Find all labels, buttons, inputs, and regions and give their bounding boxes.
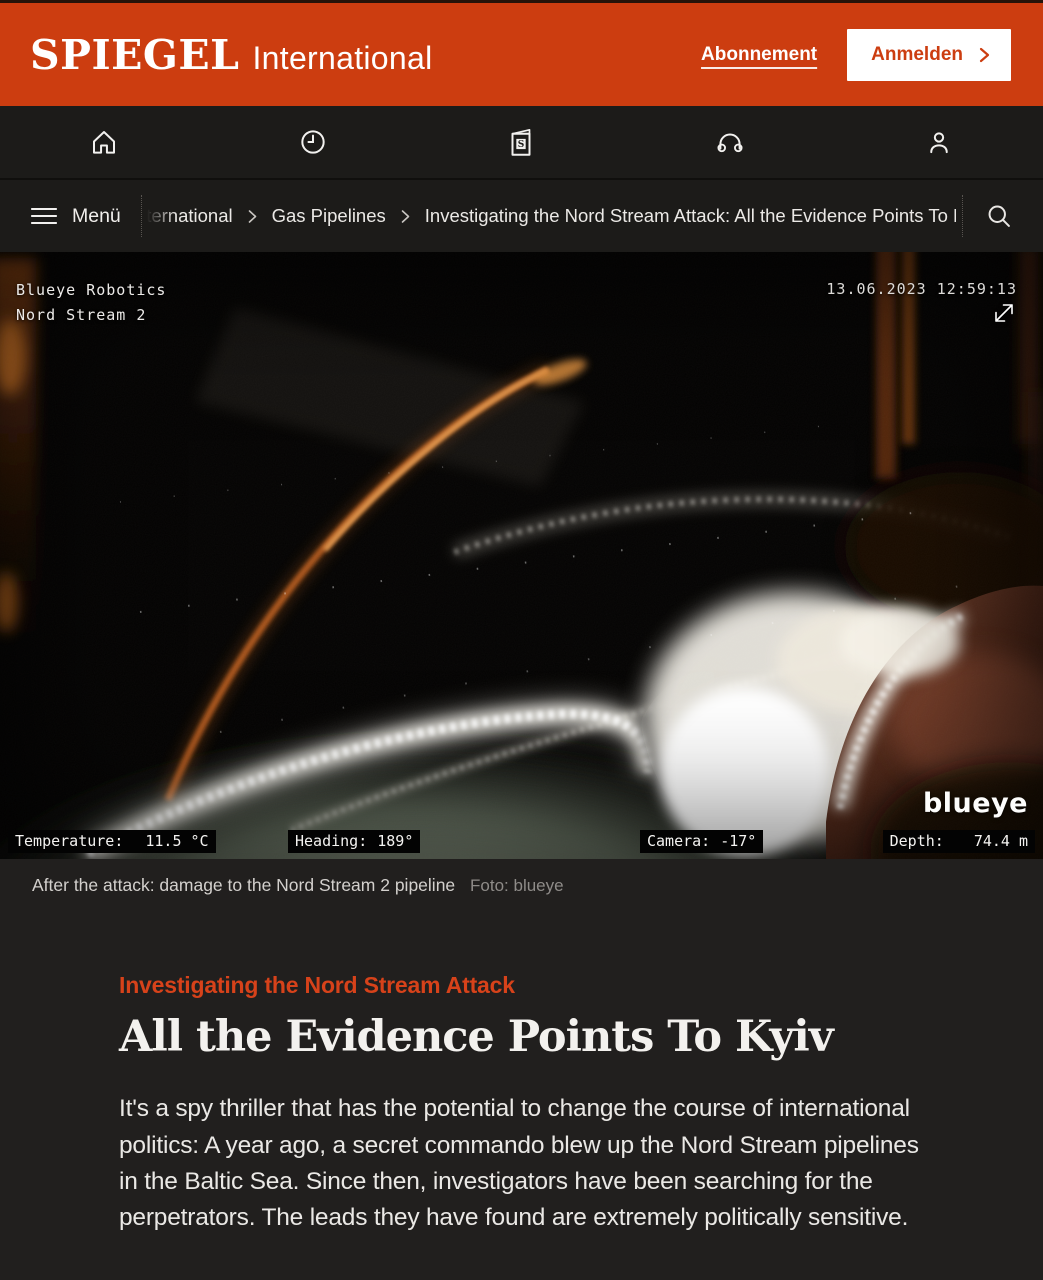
article-intro: It's a spy thriller that has the potenti… (119, 1095, 919, 1232)
telemetry-label: Temperature: (15, 832, 124, 850)
telemetry-value: 189° (377, 832, 414, 850)
video-source-line1: Blueye Robotics (16, 281, 167, 299)
article-hero-video-frame: Blueye Robotics Nord Stream 2 13.06.2023… (0, 252, 1043, 859)
telemetry-label: Heading: (295, 832, 368, 850)
expand-icon (989, 298, 1019, 328)
video-timestamp: 13.06.2023 12:59:13 (826, 280, 1017, 298)
hamburger-icon (31, 205, 57, 227)
telemetry-value: -17° (720, 832, 757, 850)
telemetry-value: 74.4 m (973, 832, 1028, 850)
chevron-right-icon (246, 209, 259, 224)
photo-credit: Foto: blueye (470, 876, 564, 895)
breadcrumb-item-international[interactable]: International (142, 205, 233, 227)
article-kicker: Investigating the Nord Stream Attack (119, 972, 515, 998)
image-caption: After the attack: damage to the Nord Str… (0, 859, 1043, 916)
article-title: All the Evidence Points To Kyiv (119, 1012, 834, 1062)
spiegel-epaper-icon: S (504, 125, 538, 159)
video-source-line2: Nord Stream 2 (16, 306, 147, 324)
telemetry-label: Depth: (889, 832, 944, 850)
chevron-right-icon (399, 209, 412, 224)
breadcrumb-item-current-article: Investigating the Nord Stream Attack: Al… (424, 205, 956, 226)
svg-text:S: S (518, 139, 525, 150)
telemetry-heading: Heading: 189° (288, 830, 421, 853)
masthead: SPIEGEL International Abonnement Anmelde… (0, 0, 1043, 106)
anmelden-label: Anmelden (871, 43, 963, 65)
chevron-right-icon (978, 47, 991, 63)
breadcrumb-bar: Menü International Gas Pipelines Investi… (0, 180, 1043, 252)
brand-wordmark: SPIEGEL (30, 30, 240, 79)
abonnement-link[interactable]: Abonnement (701, 44, 817, 66)
page: SPIEGEL International Abonnement Anmelde… (0, 0, 1043, 1280)
telemetry-temperature: Temperature: 11.5 °C (8, 830, 216, 853)
nav-epaper-button[interactable]: S (417, 106, 626, 178)
divider (962, 195, 963, 237)
caption-text: After the attack: damage to the Nord Str… (32, 875, 456, 895)
breadcrumb-item-gas-pipelines[interactable]: Gas Pipelines (272, 205, 386, 227)
telemetry-value: 11.5 °C (145, 832, 209, 850)
home-icon (88, 126, 120, 158)
search-button[interactable] (985, 202, 1013, 230)
blueye-watermark: blueye (922, 788, 1028, 819)
anmelden-button[interactable]: Anmelden (847, 28, 1011, 81)
telemetry-depth: Depth: 74.4 m (882, 830, 1035, 853)
profile-icon (923, 126, 955, 158)
search-icon (985, 202, 1013, 230)
nav-profile-button[interactable] (834, 106, 1043, 178)
nav-home-button[interactable] (0, 106, 209, 178)
article: Investigating the Nord Stream Attack All… (0, 916, 1043, 1236)
audio-icon (714, 126, 746, 158)
icon-nav: S (0, 106, 1043, 180)
breadcrumb-trail: International Gas Pipelines Investigatin… (142, 205, 956, 227)
breadcrumb: International Gas Pipelines Investigatin… (141, 180, 956, 252)
clock-icon (297, 126, 329, 158)
spiegel-logo[interactable]: SPIEGEL International (30, 31, 433, 79)
masthead-actions: Abonnement Anmelden (701, 28, 1011, 81)
telemetry-label: Camera: (647, 832, 711, 850)
nav-audio-button[interactable] (626, 106, 835, 178)
underwater-photo (0, 252, 1043, 859)
nav-latest-button[interactable] (209, 106, 418, 178)
video-source-overlay: Blueye Robotics Nord Stream 2 (16, 278, 166, 328)
menu-button[interactable]: Menü (31, 205, 121, 228)
expand-fullscreen-button[interactable] (989, 298, 1019, 328)
menu-label: Menü (72, 204, 121, 227)
telemetry-camera: Camera: -17° (640, 830, 764, 853)
brand-edition: International (252, 39, 433, 76)
